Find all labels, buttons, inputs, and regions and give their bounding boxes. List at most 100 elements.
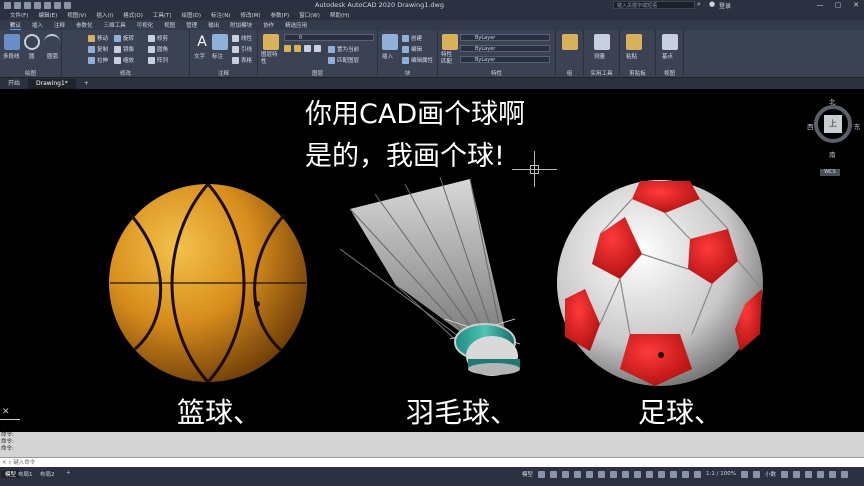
tab-featured-apps[interactable]: 精选应用 <box>285 21 307 29</box>
customization-icon[interactable] <box>840 470 848 478</box>
wcs-menu[interactable]: WCS <box>820 169 840 176</box>
clean-screen-icon[interactable] <box>828 470 836 478</box>
units-decimal[interactable]: 小数 <box>765 470 776 478</box>
osnap-icon[interactable] <box>586 470 594 478</box>
move-button[interactable]: 移动 <box>88 34 108 42</box>
command-input[interactable]: ✕ ⌕ 键入命令 <box>0 457 864 467</box>
circle-icon[interactable] <box>24 34 40 50</box>
menu-dimension[interactable]: 标注(N) <box>211 11 230 19</box>
polyline-button[interactable]: 多段线 <box>3 52 20 60</box>
new-tab-button[interactable]: + <box>76 79 97 89</box>
compass-west[interactable]: 西 <box>807 121 814 131</box>
lock-ui-icon[interactable] <box>792 470 800 478</box>
match-layer-button[interactable]: 匹配图层 <box>328 56 359 64</box>
circle-button[interactable]: 圆 <box>29 52 35 60</box>
menu-format[interactable]: 格式(O) <box>123 11 143 19</box>
isolate-objects-icon[interactable] <box>804 470 812 478</box>
user-icon[interactable]: ● <box>709 0 715 8</box>
trim-button[interactable]: 修剪 <box>148 34 168 42</box>
menu-insert[interactable]: 插入(I) <box>96 11 113 19</box>
undo-icon[interactable] <box>54 1 61 9</box>
lightbulb-icon[interactable] <box>284 45 291 52</box>
tab-parametric[interactable]: 参数化 <box>76 21 93 29</box>
add-layout-button[interactable]: + <box>62 470 75 476</box>
basketball-model[interactable] <box>109 183 307 384</box>
match-properties-icon[interactable] <box>442 34 458 50</box>
quick-properties-icon[interactable] <box>780 470 788 478</box>
layer-square-icon[interactable] <box>314 45 321 52</box>
menu-window[interactable]: 窗口(W) <box>299 11 320 19</box>
lineweight-icon[interactable] <box>610 470 618 478</box>
tab-start[interactable]: 开始 <box>0 79 28 89</box>
tab-annotate[interactable]: 注释 <box>54 21 65 29</box>
fillet-button[interactable]: 圆角 <box>148 45 168 53</box>
match-properties-button[interactable]: 特性匹配 <box>441 52 457 66</box>
paste-button[interactable]: 粘贴 <box>626 52 637 60</box>
ortho-icon[interactable] <box>562 470 570 478</box>
dimension-icon[interactable] <box>212 34 228 50</box>
scale-button[interactable]: 缩放 <box>114 56 134 64</box>
close-button[interactable]: ✕ <box>848 0 864 10</box>
lineweight-dropdown[interactable]: ByLayer <box>460 56 550 63</box>
array-button[interactable]: 阵列 <box>148 56 168 64</box>
tab-view[interactable]: 视图 <box>164 21 175 29</box>
save-as-icon[interactable] <box>34 1 41 9</box>
selection-filter-icon[interactable] <box>670 470 678 478</box>
insert-block-button[interactable]: 插入 <box>382 52 393 60</box>
drawing-canvas[interactable]: 你用CAD画个球啊 是的，我画个球! 篮球、 羽毛球、 足球、 北 上 西 东 … <box>0 89 864 432</box>
insert-block-icon[interactable] <box>382 34 398 50</box>
create-block-button[interactable]: 创建 <box>402 34 422 42</box>
menu-tools[interactable]: 工具(T) <box>153 11 172 19</box>
tab-visualize[interactable]: 可视化 <box>137 21 154 29</box>
menu-modify[interactable]: 修改(M) <box>240 11 260 19</box>
shuttlecock-model[interactable] <box>339 176 521 376</box>
viewcube[interactable]: 北 上 西 东 南 <box>806 98 861 159</box>
set-current-button[interactable]: 置为当前 <box>328 45 359 53</box>
polyline-icon[interactable] <box>4 34 20 50</box>
lock-icon[interactable] <box>304 45 311 52</box>
rotate-button[interactable]: 旋转 <box>114 34 134 42</box>
paste-icon[interactable] <box>626 34 642 50</box>
stretch-button[interactable]: 拉伸 <box>88 56 108 64</box>
login-button[interactable]: 登录 <box>719 1 731 10</box>
open-file-icon[interactable] <box>14 1 21 9</box>
save-icon[interactable] <box>24 1 31 9</box>
text-icon[interactable]: A <box>194 34 210 50</box>
arc-icon[interactable] <box>44 34 60 50</box>
tab-manage[interactable]: 管理 <box>186 21 197 29</box>
compass-south[interactable]: 南 <box>829 149 836 159</box>
tab-layout1[interactable]: 布局1 <box>14 470 37 478</box>
color-dropdown[interactable]: ByLayer <box>460 34 550 41</box>
leader-button[interactable]: 引线 <box>232 45 252 53</box>
polar-icon[interactable] <box>574 470 582 478</box>
redo-icon[interactable] <box>64 1 71 9</box>
plus-icon[interactable] <box>752 470 760 478</box>
tab-addins[interactable]: 附加模块 <box>230 21 252 29</box>
text-button[interactable]: 文字 <box>194 52 205 60</box>
menu-view[interactable]: 视图(V) <box>67 11 86 19</box>
linetype-dropdown[interactable]: ByLayer <box>460 45 550 52</box>
menu-edit[interactable]: 编辑(E) <box>38 11 57 19</box>
edit-block-button[interactable]: 编辑 <box>402 45 422 53</box>
selection-cycling-icon[interactable] <box>634 470 642 478</box>
minimize-button[interactable]: — <box>812 0 828 10</box>
annotation-visibility-icon[interactable] <box>694 470 702 478</box>
maximize-button[interactable]: ▢ <box>830 0 846 10</box>
measure-icon[interactable] <box>594 34 610 50</box>
copy-button[interactable]: 复制 <box>88 45 108 53</box>
tab-drawing1[interactable]: Drawing1* <box>28 79 76 89</box>
annotation-scale[interactable]: 1:1 / 100% <box>706 471 736 477</box>
transparency-icon[interactable] <box>622 470 630 478</box>
hardware-acceleration-icon[interactable] <box>816 470 824 478</box>
sun-icon[interactable] <box>294 45 301 52</box>
soccer-ball-model[interactable] <box>557 180 763 386</box>
dynamic-ucs-icon[interactable] <box>658 470 666 478</box>
linear-button[interactable]: 线性 <box>232 34 252 42</box>
measure-button[interactable]: 测量 <box>594 52 605 60</box>
base-view-icon[interactable] <box>662 34 678 50</box>
gizmo-icon[interactable] <box>682 470 690 478</box>
tab-collaborate[interactable]: 协作 <box>263 21 274 29</box>
3d-osnap-icon[interactable] <box>646 470 654 478</box>
menu-draw[interactable]: 绘图(D) <box>182 11 202 19</box>
command-close-icon[interactable]: ✕ ⌕ <box>2 460 13 466</box>
